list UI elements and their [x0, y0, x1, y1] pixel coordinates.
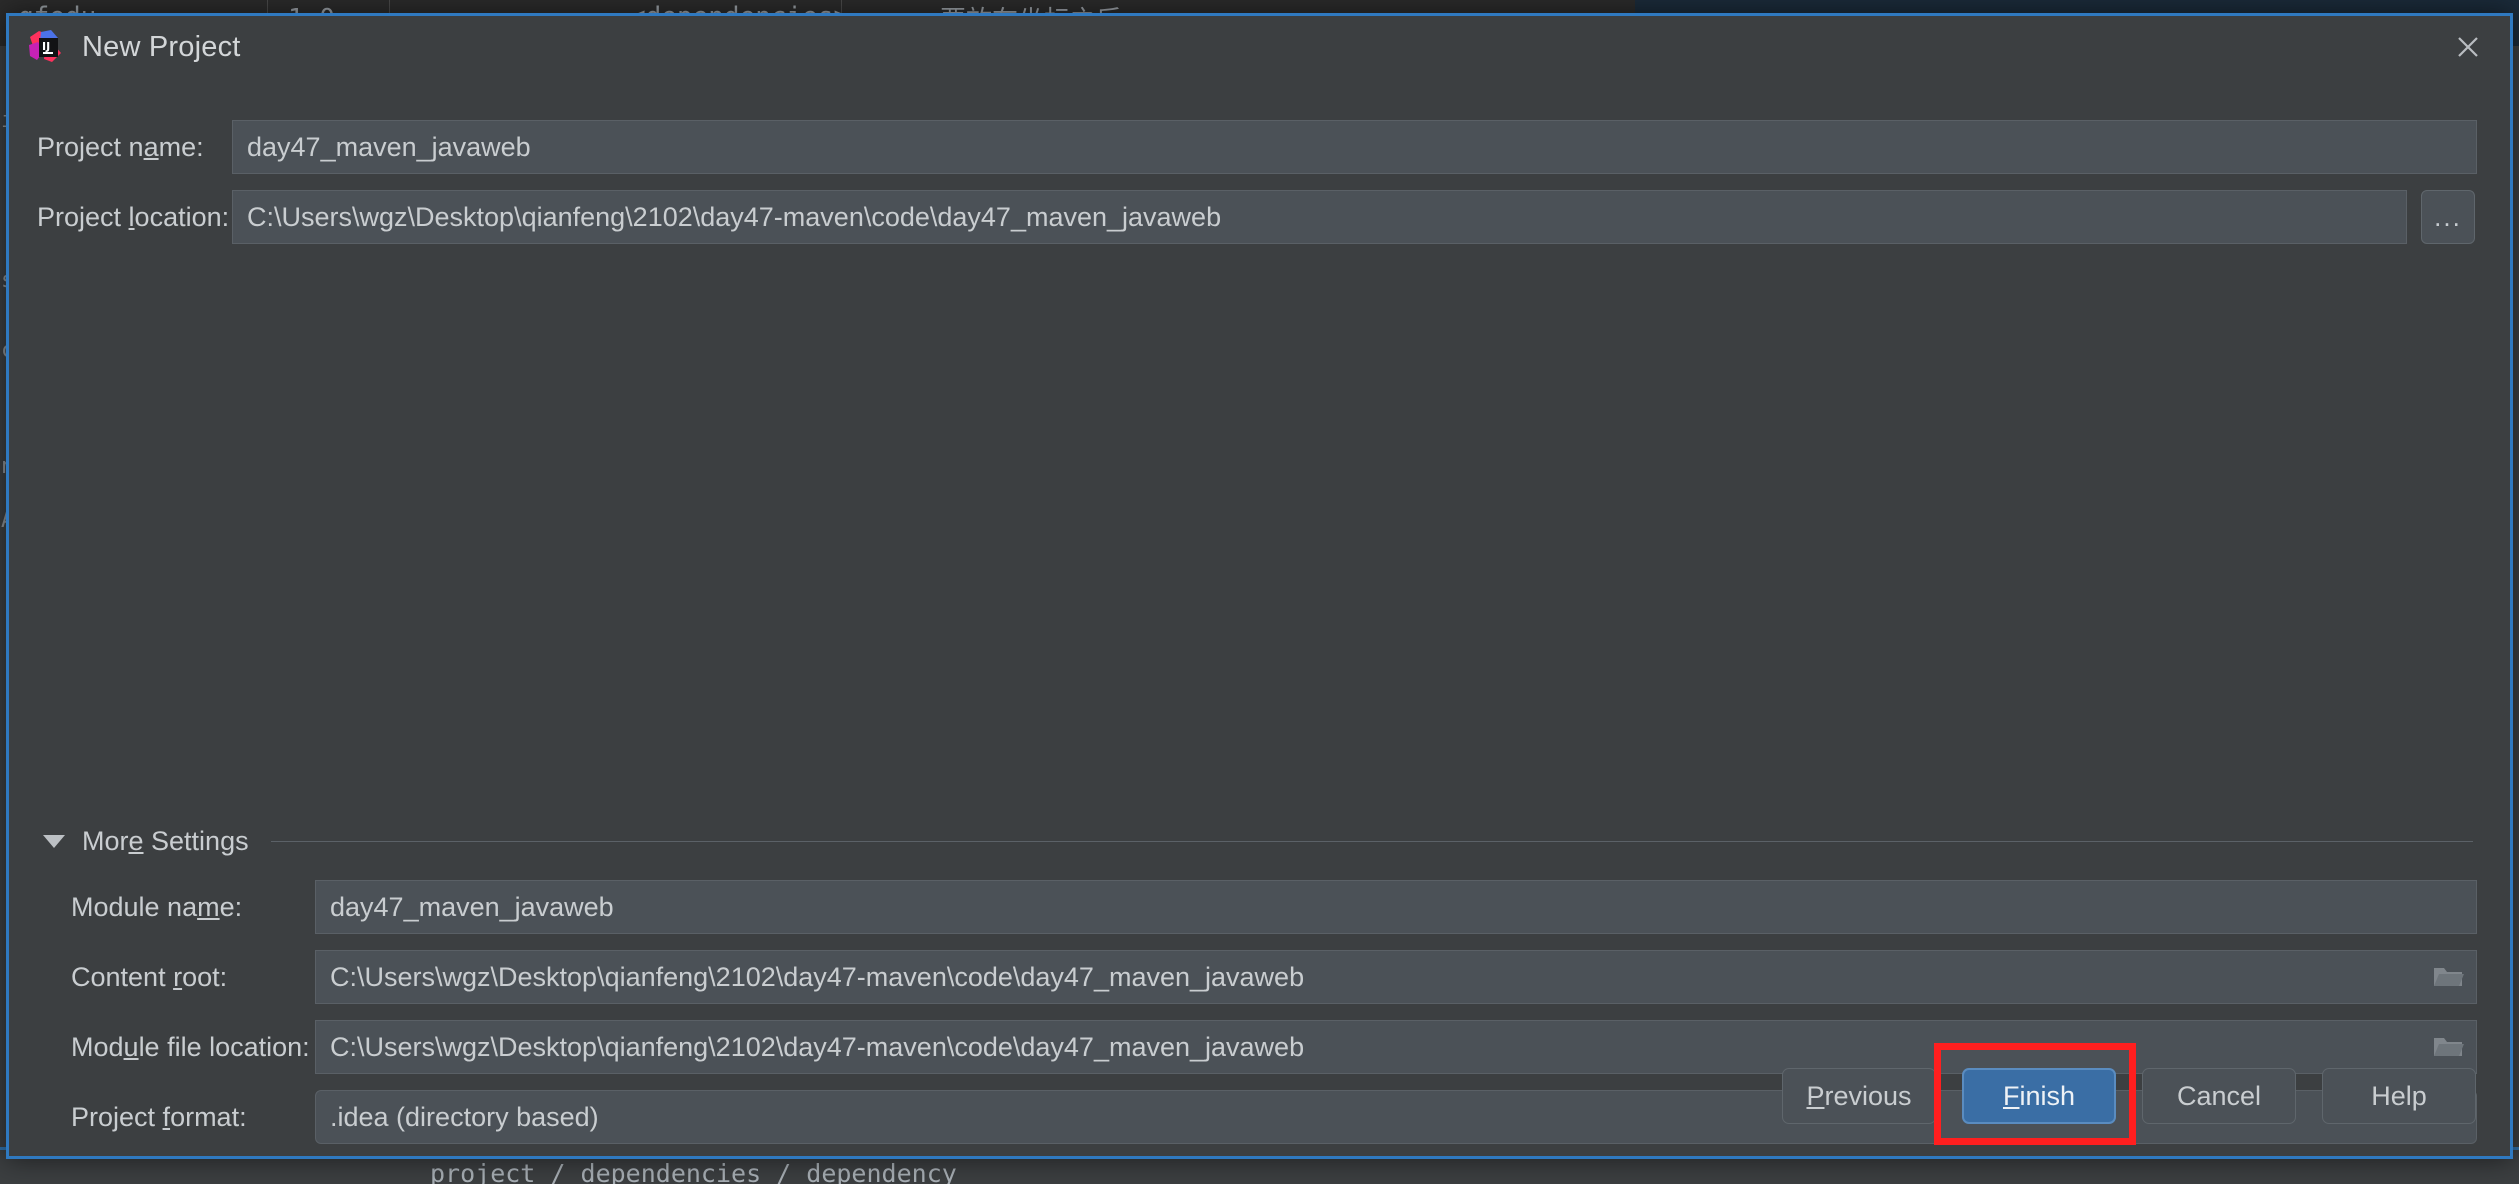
cancel-button[interactable]: Cancel: [2142, 1068, 2296, 1124]
module-name-input[interactable]: day47_maven_javaweb: [315, 880, 2477, 934]
module-name-row: Module name: day47_maven_javaweb: [71, 880, 2477, 934]
project-location-value: C:\Users\wgz\Desktop\qianfeng\2102\day47…: [247, 201, 1222, 232]
project-name-label: Project name:: [37, 131, 204, 162]
svg-text:IJ: IJ: [42, 40, 50, 53]
triangle-down-icon: [43, 835, 65, 848]
close-icon[interactable]: [2440, 19, 2496, 75]
dialog-body: Project name: day47_maven_javaweb Projec…: [9, 78, 2510, 1144]
content-root-label: Content root:: [71, 961, 228, 992]
previous-button[interactable]: Previous: [1782, 1068, 1936, 1124]
app-root: qfedu 1.0 <dependencies> 要放在坐标之后 i s c n…: [0, 0, 2519, 1184]
project-name-row: Project name: day47_maven_javaweb: [37, 120, 2477, 174]
dialog-footer: Previous Finish Cancel Help: [9, 1036, 2510, 1156]
help-button[interactable]: Help: [2322, 1068, 2476, 1124]
project-location-row: Project location: C:\Users\wgz\Desktop\q…: [37, 190, 2477, 244]
module-name-value: day47_maven_javaweb: [330, 891, 614, 922]
editor-breadcrumb: project / dependencies / dependency: [430, 1159, 957, 1184]
new-project-dialog: IJ New Project Project name: day47_maven…: [6, 13, 2513, 1159]
dialog-title: New Project: [82, 30, 241, 63]
more-settings-toggle[interactable]: More Settings: [43, 826, 2473, 857]
content-root-input[interactable]: C:\Users\wgz\Desktop\qianfeng\2102\day47…: [315, 950, 2477, 1004]
dialog-titlebar: IJ New Project: [9, 16, 2510, 78]
project-location-browse-button[interactable]: ...: [2421, 190, 2475, 244]
project-name-value: day47_maven_javaweb: [247, 131, 531, 162]
folder-icon[interactable]: [2430, 962, 2466, 992]
module-name-label: Module name:: [71, 891, 243, 922]
project-location-input[interactable]: C:\Users\wgz\Desktop\qianfeng\2102\day47…: [232, 190, 2407, 244]
content-root-row: Content root: C:\Users\wgz\Desktop\qianf…: [71, 950, 2477, 1004]
intellij-idea-logo-icon: IJ: [27, 29, 63, 65]
finish-button[interactable]: Finish: [1962, 1068, 2116, 1124]
more-settings-label: More Settings: [82, 826, 249, 856]
content-root-value: C:\Users\wgz\Desktop\qianfeng\2102\day47…: [330, 961, 1305, 992]
more-settings-separator: [270, 841, 2473, 842]
project-name-input[interactable]: day47_maven_javaweb: [232, 120, 2477, 174]
project-location-label: Project location:: [37, 201, 230, 232]
ellipsis-icon: ...: [2434, 201, 2462, 232]
finish-button-wrapper: Finish: [1934, 1043, 2136, 1145]
